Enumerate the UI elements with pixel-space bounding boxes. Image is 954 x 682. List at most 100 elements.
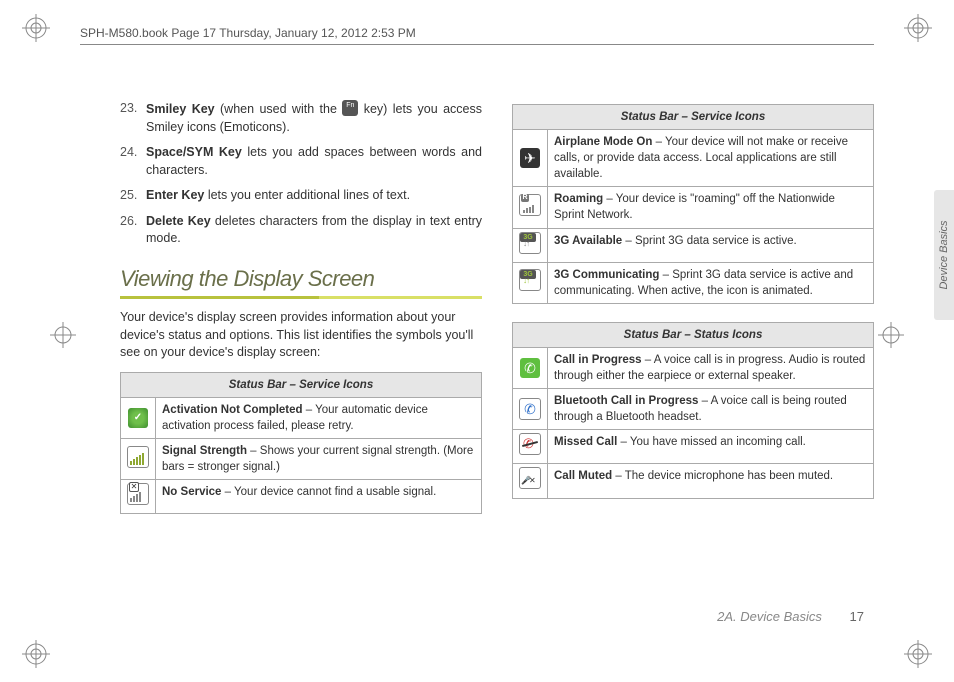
list-item: 25. Enter Key lets you enter additional … xyxy=(120,187,482,205)
list-item: 24. Space/SYM Key lets you add spaces be… xyxy=(120,144,482,179)
term: No Service xyxy=(162,486,221,498)
table-row: Activation Not Completed – Your automati… xyxy=(121,397,482,438)
section-title: Viewing the Display Screen xyxy=(120,264,482,295)
table-row: Call in Progress – A voice call is in pr… xyxy=(513,347,874,388)
text: – Your device cannot find a usable signa… xyxy=(221,486,436,498)
term: Delete Key xyxy=(146,214,211,228)
left-column: 23. Smiley Key (when used with the key) … xyxy=(120,100,482,632)
table-row: 3G Communicating – Sprint 3G data servic… xyxy=(513,262,874,303)
text: – You have missed an incoming call. xyxy=(617,436,806,448)
page-number: 17 xyxy=(850,609,864,624)
missed-call-icon xyxy=(519,433,541,455)
table-row: No Service – Your device cannot find a u… xyxy=(121,480,482,514)
term: Missed Call xyxy=(554,436,617,448)
signal-strength-icon xyxy=(127,446,149,468)
page-header: SPH-M580.book Page 17 Thursday, January … xyxy=(80,26,416,40)
list-body: Enter Key lets you enter additional line… xyxy=(146,187,482,205)
term: Enter Key xyxy=(146,188,204,202)
desc-cell: Airplane Mode On – Your device will not … xyxy=(548,130,874,187)
desc-cell: Roaming – Your device is "roaming" off t… xyxy=(548,187,874,228)
desc-cell: 3G Available – Sprint 3G data service is… xyxy=(548,228,874,262)
list-number: 24. xyxy=(120,144,146,179)
right-column: Status Bar – Service Icons Airplane Mode… xyxy=(512,100,874,632)
call-muted-icon xyxy=(519,467,541,489)
table-header: Status Bar – Service Icons xyxy=(513,105,874,130)
footer-section: 2A. Device Basics xyxy=(717,609,822,624)
no-service-icon xyxy=(127,483,149,505)
text: (when used with the xyxy=(215,102,343,116)
3g-communicating-icon xyxy=(519,269,541,291)
call-in-progress-icon xyxy=(520,358,540,378)
header-rule xyxy=(80,44,874,45)
icon-cell xyxy=(513,464,548,498)
icon-cell xyxy=(513,389,548,430)
registration-mark-icon xyxy=(22,640,50,668)
activation-not-completed-icon xyxy=(128,408,148,428)
fn-key-icon xyxy=(342,100,358,116)
status-icons-table: Status Bar – Status Icons Call in Progre… xyxy=(512,322,874,499)
desc-cell: No Service – Your device cannot find a u… xyxy=(156,480,482,514)
desc-cell: Call in Progress – A voice call is in pr… xyxy=(548,347,874,388)
table-row: 3G Available – Sprint 3G data service is… xyxy=(513,228,874,262)
term: Smiley Key xyxy=(146,102,215,116)
desc-cell: 3G Communicating – Sprint 3G data servic… xyxy=(548,262,874,303)
list-number: 26. xyxy=(120,213,146,248)
service-icons-table-2: Status Bar – Service Icons Airplane Mode… xyxy=(512,104,874,304)
table-row: Roaming – Your device is "roaming" off t… xyxy=(513,187,874,228)
list-item: 23. Smiley Key (when used with the key) … xyxy=(120,100,482,136)
table-row: Call Muted – The device microphone has b… xyxy=(513,464,874,498)
desc-cell: Call Muted – The device microphone has b… xyxy=(548,464,874,498)
table-row: Bluetooth Call in Progress – A voice cal… xyxy=(513,389,874,430)
table-header: Status Bar – Status Icons xyxy=(513,322,874,347)
list-item: 26. Delete Key deletes characters from t… xyxy=(120,213,482,248)
table-header: Status Bar – Service Icons xyxy=(121,372,482,397)
icon-cell xyxy=(513,130,548,187)
list-number: 23. xyxy=(120,100,146,136)
page-footer: 2A. Device Basics 17 xyxy=(717,609,864,624)
side-tab-label: Device Basics xyxy=(938,220,950,289)
icon-cell xyxy=(513,430,548,464)
registration-mark-icon xyxy=(904,14,932,42)
intro-paragraph: Your device's display screen provides in… xyxy=(120,309,482,362)
term: Space/SYM Key xyxy=(146,145,242,159)
table-row: Airplane Mode On – Your device will not … xyxy=(513,130,874,187)
list-body: Space/SYM Key lets you add spaces betwee… xyxy=(146,144,482,179)
text: lets you enter additional lines of text. xyxy=(204,188,410,202)
side-tab: Device Basics xyxy=(934,190,954,320)
icon-cell xyxy=(121,397,156,438)
list-body: Smiley Key (when used with the key) lets… xyxy=(146,100,482,136)
icon-cell xyxy=(513,262,548,303)
desc-cell: Bluetooth Call in Progress – A voice cal… xyxy=(548,389,874,430)
icon-cell xyxy=(513,347,548,388)
term: Activation Not Completed xyxy=(162,404,303,416)
term: 3G Available xyxy=(554,235,622,247)
desc-cell: Activation Not Completed – Your automati… xyxy=(156,397,482,438)
registration-mark-icon xyxy=(904,640,932,668)
icon-cell xyxy=(121,439,156,480)
crop-mark-icon xyxy=(50,322,76,348)
list-body: Delete Key deletes characters from the d… xyxy=(146,213,482,248)
term: Signal Strength xyxy=(162,445,247,457)
roaming-icon xyxy=(519,194,541,216)
table-row: Missed Call – You have missed an incomin… xyxy=(513,430,874,464)
term: 3G Communicating xyxy=(554,269,659,281)
service-icons-table-1: Status Bar – Service Icons Activation No… xyxy=(120,372,482,515)
desc-cell: Missed Call – You have missed an incomin… xyxy=(548,430,874,464)
registration-mark-icon xyxy=(22,14,50,42)
term: Call Muted xyxy=(554,470,612,482)
icon-cell xyxy=(513,228,548,262)
list-number: 25. xyxy=(120,187,146,205)
3g-available-icon xyxy=(519,232,541,254)
term: Bluetooth Call in Progress xyxy=(554,395,698,407)
section-rule xyxy=(120,296,482,299)
term: Call in Progress xyxy=(554,354,642,366)
bluetooth-call-icon xyxy=(519,398,541,420)
text: – Sprint 3G data service is active. xyxy=(622,235,797,247)
table-row: Signal Strength – Shows your current sig… xyxy=(121,439,482,480)
term: Airplane Mode On xyxy=(554,136,652,148)
icon-cell xyxy=(121,480,156,514)
text: – The device microphone has been muted. xyxy=(612,470,833,482)
term: Roaming xyxy=(554,193,603,205)
airplane-mode-icon xyxy=(520,148,540,168)
desc-cell: Signal Strength – Shows your current sig… xyxy=(156,439,482,480)
